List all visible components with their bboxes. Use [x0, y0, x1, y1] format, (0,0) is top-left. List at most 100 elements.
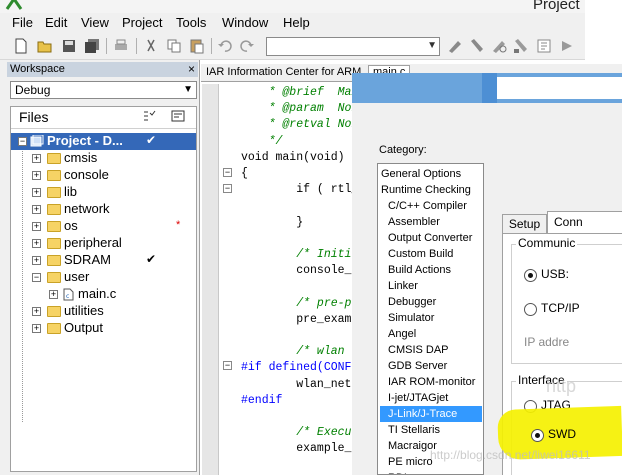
folder-label: peripheral: [64, 235, 122, 250]
tree-row-folder[interactable]: + cmsis: [11, 150, 196, 167]
category-item[interactable]: Runtime Checking: [380, 182, 482, 198]
tree-row-folder[interactable]: + os *: [11, 218, 196, 235]
cut-icon[interactable]: [142, 37, 160, 55]
paste-icon[interactable]: [188, 37, 206, 55]
code-line: wlan_net: [241, 377, 352, 391]
tree-row-folder[interactable]: + lib: [11, 184, 196, 201]
expand-icon[interactable]: +: [32, 239, 41, 248]
tree-row-folder[interactable]: + peripheral: [11, 235, 196, 252]
category-item[interactable]: Output Converter: [380, 230, 482, 246]
category-item[interactable]: RDI: [380, 470, 482, 474]
usb-radio[interactable]: [524, 269, 537, 282]
tree-row-folder[interactable]: + console: [11, 167, 196, 184]
open-folder-icon[interactable]: [36, 37, 54, 55]
category-item[interactable]: I-jet/JTAGjet: [380, 390, 482, 406]
menu-project[interactable]: Project: [122, 15, 162, 30]
menu-help[interactable]: Help: [283, 15, 310, 30]
fold-margin: − − −: [219, 82, 237, 475]
chevron-down-icon[interactable]: ▼: [427, 40, 437, 51]
menu-bar: File Edit View Project Tools Window Help: [0, 13, 585, 33]
expand-icon[interactable]: +: [32, 256, 41, 265]
menu-tools[interactable]: Tools: [176, 15, 206, 30]
folder-icon: [47, 306, 61, 317]
find-next-icon[interactable]: [446, 37, 464, 55]
modified-marker: *: [176, 219, 181, 231]
category-item[interactable]: GDB Server: [380, 358, 482, 374]
project-label: Project - D...: [47, 133, 123, 148]
tab-setup[interactable]: Setup: [502, 214, 547, 234]
category-item[interactable]: Build Actions: [380, 262, 482, 278]
tab-connection[interactable]: Conn: [547, 211, 622, 234]
fold-collapse-icon[interactable]: −: [223, 168, 232, 177]
tree-row-folder[interactable]: + utilities: [11, 303, 196, 320]
save-all-icon[interactable]: [83, 37, 101, 55]
category-item[interactable]: TI Stellaris: [380, 422, 482, 438]
tree-row-folder[interactable]: + network: [11, 201, 196, 218]
expand-icon[interactable]: +: [32, 307, 41, 316]
category-item[interactable]: Assembler: [380, 214, 482, 230]
configuration-select[interactable]: Debug ▼: [10, 81, 197, 99]
find-in-files-icon[interactable]: [490, 37, 508, 55]
expand-icon[interactable]: +: [32, 154, 41, 163]
configuration-value: Debug: [15, 83, 51, 97]
files-column-header[interactable]: Files: [19, 109, 49, 125]
expand-icon[interactable]: +: [49, 290, 58, 299]
category-item[interactable]: J-Link/J-Trace: [380, 406, 482, 422]
expand-icon[interactable]: +: [32, 222, 41, 231]
folder-icon: [47, 221, 61, 232]
undo-icon[interactable]: [216, 37, 234, 55]
save-icon[interactable]: [60, 37, 78, 55]
tree-row-folder[interactable]: + Output: [11, 320, 196, 337]
ip-address-label: IP addre: [524, 335, 570, 349]
category-item[interactable]: Debugger: [380, 294, 482, 310]
category-label: Category:: [379, 144, 427, 156]
menu-edit[interactable]: Edit: [45, 15, 67, 30]
category-item[interactable]: C/C++ Compiler: [380, 198, 482, 214]
workspace-title: Workspace: [10, 63, 65, 75]
project-check: ✔: [146, 133, 157, 147]
tree-row-folder[interactable]: − user: [11, 269, 196, 286]
chevron-down-icon[interactable]: ▼: [183, 82, 193, 98]
redo-icon[interactable]: [238, 37, 256, 55]
close-icon[interactable]: ×: [188, 62, 195, 77]
communication-group-title: Communic: [516, 236, 578, 250]
usb-label: USB:: [541, 267, 570, 281]
tree-row-folder[interactable]: + SDRAM ✔: [11, 252, 196, 269]
expand-icon[interactable]: +: [32, 188, 41, 197]
navigate-forward-icon[interactable]: [558, 37, 576, 55]
fold-collapse-icon[interactable]: −: [223, 361, 232, 370]
copy-icon[interactable]: [165, 37, 183, 55]
workspace-title-bar: Workspace ×: [7, 62, 198, 77]
category-item[interactable]: Custom Build: [380, 246, 482, 262]
swd-radio[interactable]: [531, 429, 544, 442]
tree-row-project[interactable]: − Project - D... ✔: [11, 133, 196, 150]
category-item[interactable]: IAR ROM-monitor: [380, 374, 482, 390]
editor-scrollbar[interactable]: [202, 84, 219, 475]
fold-collapse-icon[interactable]: −: [223, 184, 232, 193]
expand-icon[interactable]: +: [32, 171, 41, 180]
tree-row-file[interactable]: + c main.c: [11, 286, 196, 303]
category-item[interactable]: Simulator: [380, 310, 482, 326]
category-list[interactable]: General Options Runtime Checking C/C++ Com…: [377, 163, 484, 475]
tab-information-center[interactable]: IAR Information Center for ARM: [206, 66, 361, 78]
tcpip-radio[interactable]: [524, 303, 537, 316]
menu-file[interactable]: File: [12, 15, 33, 30]
new-file-icon[interactable]: [12, 37, 30, 55]
menu-view[interactable]: View: [81, 15, 109, 30]
app-title: Project: [533, 0, 580, 13]
code-line: /* pre-p: [241, 296, 352, 310]
menu-window[interactable]: Window: [222, 15, 268, 30]
category-item[interactable]: CMSIS DAP: [380, 342, 482, 358]
category-item[interactable]: Angel: [380, 326, 482, 342]
find-combo[interactable]: ▼: [266, 37, 440, 56]
find-previous-icon[interactable]: [468, 37, 486, 55]
expand-icon[interactable]: +: [32, 324, 41, 333]
collapse-icon[interactable]: −: [32, 273, 41, 282]
category-item[interactable]: General Options: [380, 166, 482, 182]
collapse-icon[interactable]: −: [18, 137, 27, 146]
print-icon[interactable]: [112, 37, 130, 55]
expand-icon[interactable]: +: [32, 205, 41, 214]
bookmark-icon[interactable]: [535, 37, 553, 55]
category-item[interactable]: Linker: [380, 278, 482, 294]
replace-icon[interactable]: [512, 37, 530, 55]
